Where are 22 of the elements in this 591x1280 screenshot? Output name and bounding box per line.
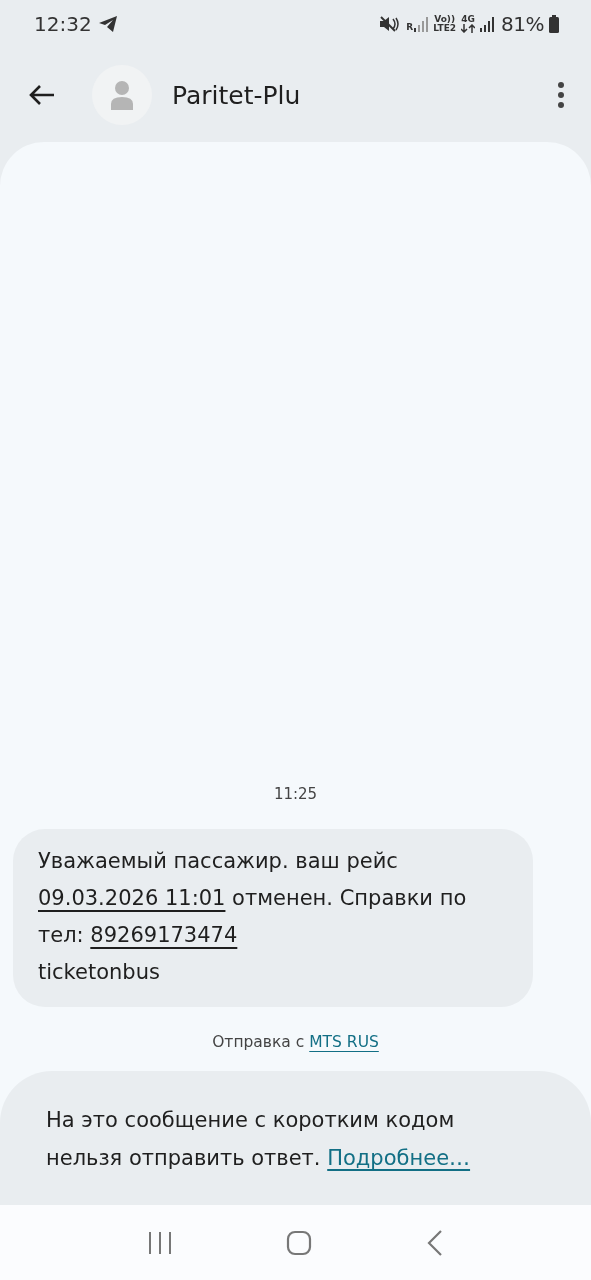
mute-icon — [379, 15, 402, 33]
paper-plane-icon — [97, 15, 118, 33]
learn-more-link[interactable]: Подробнее… — [327, 1146, 471, 1170]
more-vertical-icon[interactable] — [557, 82, 565, 108]
message-time: 11:25 — [273, 785, 318, 803]
data-arrows-icon — [461, 24, 476, 33]
carrier-link[interactable]: MTS RUS — [309, 1033, 379, 1051]
signal-icon — [414, 16, 429, 32]
roaming-label: R — [406, 23, 414, 32]
notice-text: На это сообщение с коротким кодом нельзя отправить ответ. Подробнее… — [46, 1107, 472, 1172]
lte-label: LTE2 — [433, 24, 457, 33]
contact-name: Paritet-Plu — [172, 80, 302, 110]
volte-label: Vo)) — [434, 15, 456, 24]
battery-percent: 81% — [501, 12, 544, 36]
network-label: 4G — [461, 15, 475, 24]
status-time: 12:32 — [34, 12, 92, 36]
battery-icon — [549, 15, 559, 33]
sent-via-text: Отправка с MTS RUS — [212, 1033, 379, 1051]
message-text: Уважаемый пассажир. ваш рейс 09.03.2026 11:01 отменен. Справки по тел: 89269173474 ticketonbus — [38, 848, 468, 986]
signal-icon — [480, 16, 497, 32]
message-link[interactable]: 09.03.2026 11:01 — [38, 886, 226, 910]
message-link[interactable]: 89269173474 — [90, 923, 238, 947]
